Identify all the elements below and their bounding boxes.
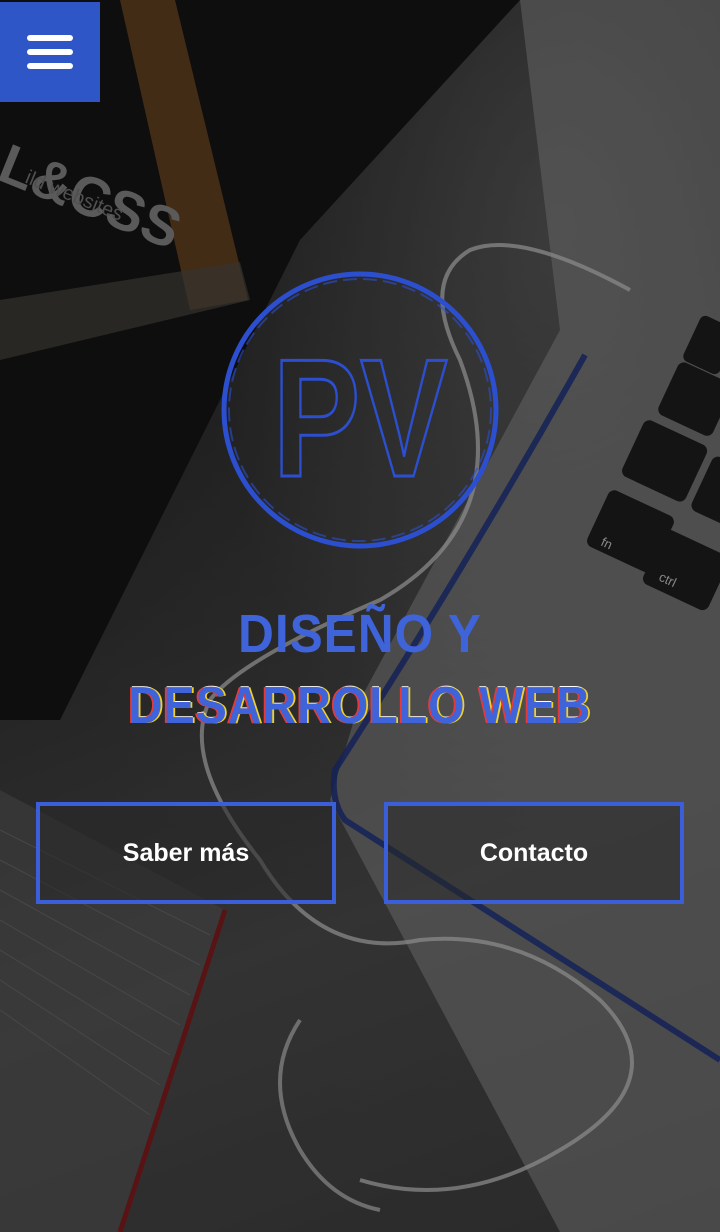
- hamburger-menu-icon: [27, 31, 73, 73]
- brand-logo: PV: [221, 271, 499, 549]
- contacto-label: Contacto: [479, 838, 589, 867]
- contacto-button[interactable]: Contacto: [384, 802, 684, 904]
- logo-text: PV: [273, 324, 448, 511]
- hero-title-line1: DISEÑO Y: [238, 604, 482, 664]
- saber-mas-label: Saber más: [122, 838, 250, 867]
- menu-button[interactable]: [0, 2, 100, 102]
- hero-section: fn ctrl L&CSS ild websites PV DISEÑO Y D…: [0, 0, 720, 1232]
- hero-title-line2: DESARROLLO WEB: [128, 677, 592, 735]
- saber-mas-button[interactable]: Saber más: [36, 802, 336, 904]
- hero-headline: DISEÑO Y DESARROLLO WEB: [0, 600, 720, 744]
